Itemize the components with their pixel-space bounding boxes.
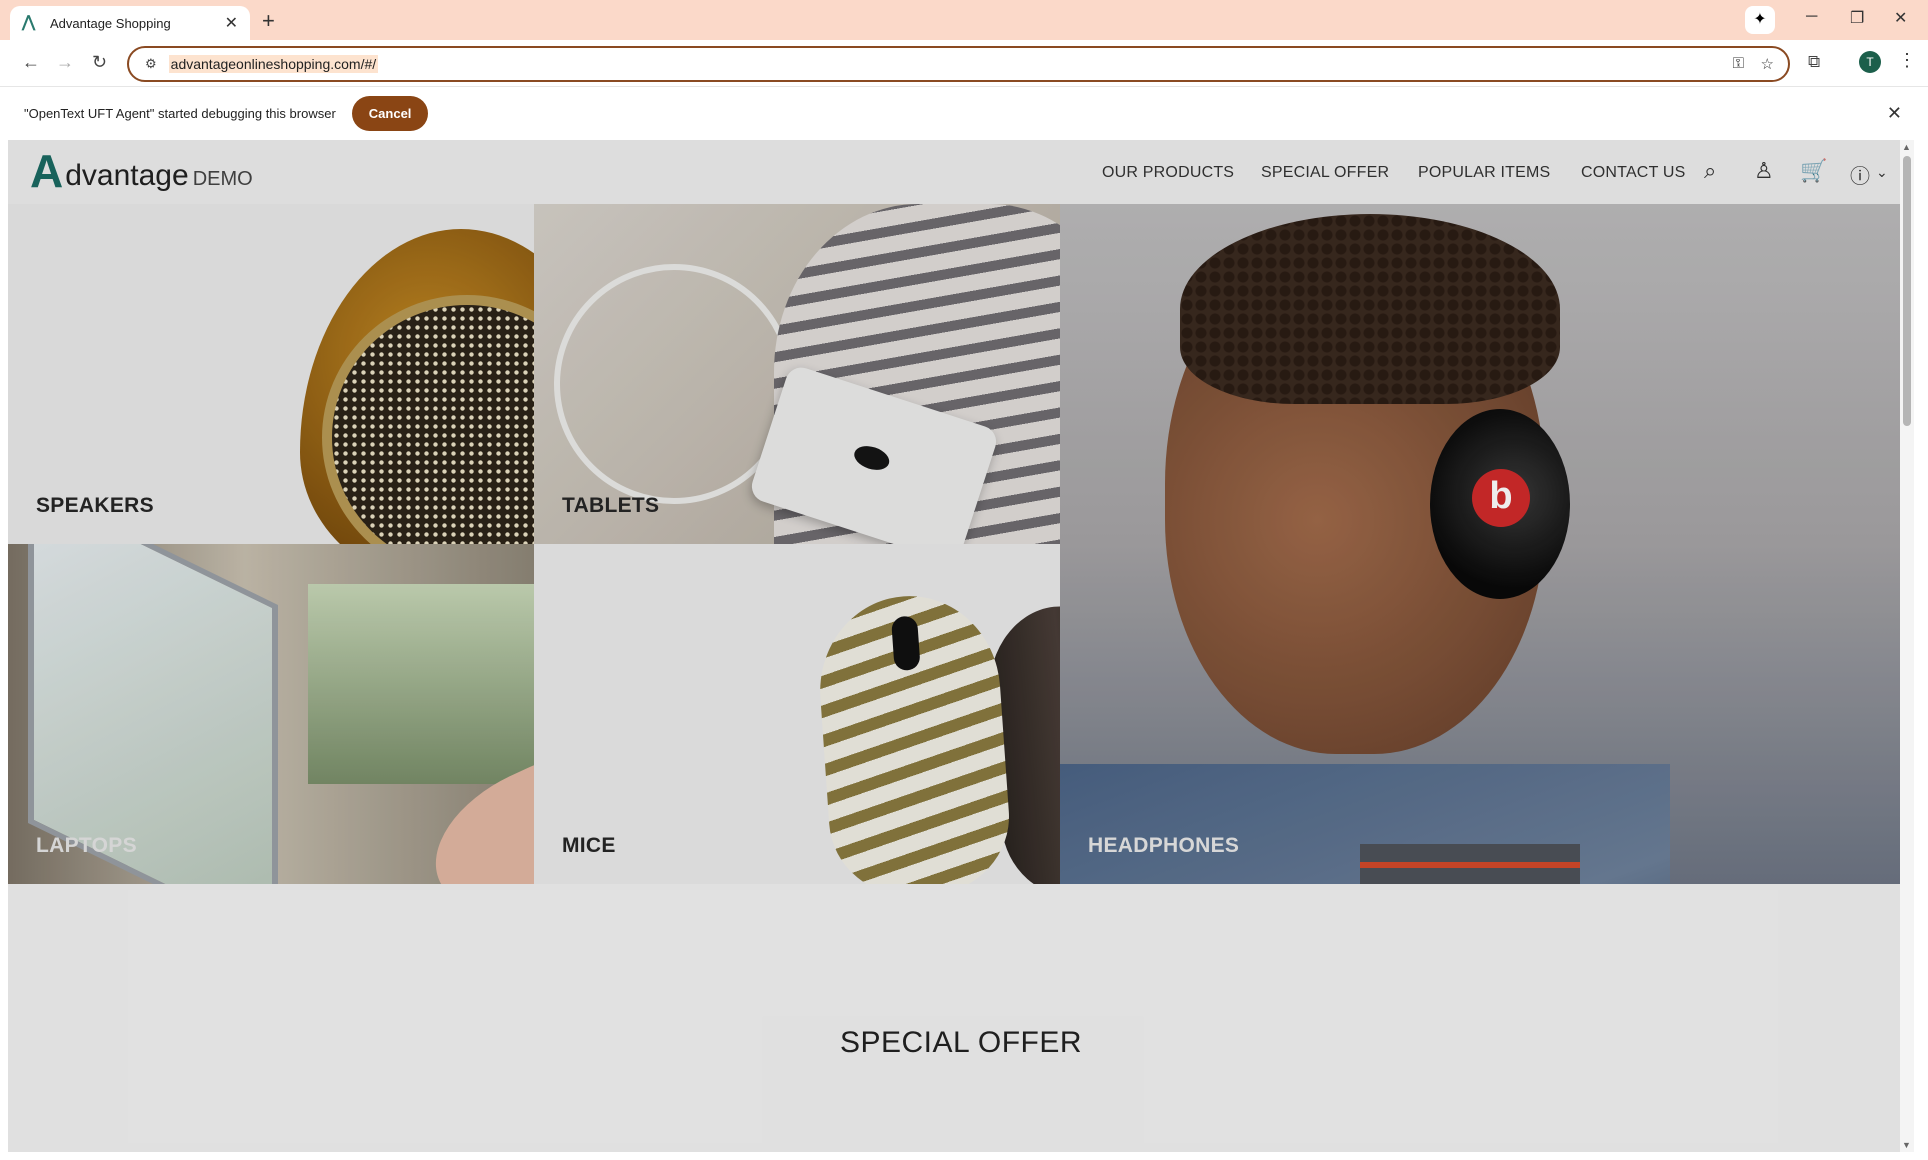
- restore-icon[interactable]: ❐: [1850, 8, 1864, 28]
- headphones-image: [1430, 409, 1570, 599]
- category-label: HEADPHONES: [1088, 834, 1240, 857]
- page-scrollbar[interactable]: ▲ ▼: [1900, 140, 1914, 1152]
- debugging-infobar: "OpenText UFT Agent" started debugging t…: [0, 86, 1928, 140]
- nav-popular-items[interactable]: POPULAR ITEMS: [1418, 164, 1550, 182]
- category-label: SPEAKERS: [36, 494, 154, 517]
- window-close-icon[interactable]: ✕: [1894, 8, 1907, 28]
- infobar-message: "OpenText UFT Agent" started debugging t…: [24, 106, 336, 121]
- url-text[interactable]: advantageonlineshopping.com/#/: [168, 55, 379, 73]
- profile-avatar[interactable]: T: [1859, 51, 1881, 73]
- search-icon[interactable]: ⌕: [1704, 158, 1716, 184]
- back-icon[interactable]: ←: [22, 52, 40, 73]
- category-speakers[interactable]: SPEAKERS: [8, 204, 534, 544]
- category-label: LAPTOPS: [36, 834, 137, 857]
- cart-icon[interactable]: 🛒: [1800, 158, 1827, 184]
- reload-icon[interactable]: ↻: [92, 52, 107, 73]
- site-header: A dvantage DEMO OUR PRODUCTS SPECIAL OFF…: [8, 140, 1914, 204]
- forward-icon[interactable]: →: [56, 52, 74, 73]
- help-icon[interactable]: ⓘ: [1850, 160, 1870, 189]
- logo-demo: DEMO: [192, 168, 253, 190]
- address-bar[interactable]: ⚙ advantageonlineshopping.com/#/ ⚿ ☆: [127, 46, 1790, 82]
- password-key-icon[interactable]: ⚿: [1733, 55, 1744, 72]
- new-tab-icon[interactable]: +: [262, 8, 275, 34]
- laptop-screen-image: [28, 544, 278, 884]
- scrollbar-thumb[interactable]: [1903, 156, 1911, 426]
- category-label: MICE: [562, 834, 616, 857]
- mouse-zebra-image: [813, 590, 1015, 884]
- nav-contact-us[interactable]: CONTACT US: [1581, 164, 1686, 182]
- window-image: [308, 584, 534, 784]
- user-icon[interactable]: ♙: [1754, 158, 1774, 184]
- site-info-icon[interactable]: ⚙: [145, 56, 157, 72]
- chevron-down-icon[interactable]: ⌄: [1876, 164, 1888, 181]
- gemini-icon[interactable]: ✦: [1745, 6, 1775, 34]
- logo-word: dvantage: [65, 159, 189, 192]
- nav-special-offer[interactable]: SPECIAL OFFER: [1261, 164, 1389, 182]
- scroll-up-icon[interactable]: ▲: [1902, 142, 1911, 152]
- infobar-close-icon[interactable]: ✕: [1887, 103, 1902, 124]
- browser-menu-icon[interactable]: ⋮: [1898, 50, 1916, 71]
- browser-toolbar: ← → ↻ ⚙ advantageonlineshopping.com/#/ ⚿…: [0, 40, 1928, 86]
- browser-tab-bar: ⋀ Advantage Shopping ✕ + ✦ ─ ❐ ✕: [0, 0, 1928, 40]
- scroll-down-icon[interactable]: ▼: [1902, 1140, 1911, 1150]
- tab-title: Advantage Shopping: [50, 15, 171, 31]
- nav-our-products[interactable]: OUR PRODUCTS: [1102, 164, 1234, 182]
- tab-close-icon[interactable]: ✕: [225, 13, 238, 33]
- category-tablets[interactable]: TABLETS: [534, 204, 1060, 544]
- section-title: SPECIAL OFFER: [839, 1026, 1083, 1059]
- bookmark-star-icon[interactable]: ☆: [1761, 55, 1774, 73]
- shirt-image: [1360, 844, 1580, 884]
- category-mice[interactable]: MICE: [534, 544, 1060, 884]
- category-label: TABLETS: [562, 494, 660, 517]
- person-hair-image: [1180, 214, 1560, 404]
- category-laptops[interactable]: LAPTOPS: [8, 544, 534, 884]
- speaker-image: [300, 229, 534, 544]
- extensions-icon[interactable]: ⧉: [1808, 52, 1820, 72]
- category-headphones[interactable]: HEADPHONES: [1060, 204, 1900, 884]
- browser-tab[interactable]: ⋀ Advantage Shopping ✕: [10, 6, 250, 40]
- cancel-button[interactable]: Cancel: [351, 96, 429, 131]
- minimize-icon[interactable]: ─: [1806, 8, 1817, 26]
- site-logo[interactable]: A dvantage DEMO: [30, 148, 253, 194]
- logo-mark: A: [30, 145, 64, 197]
- site-favicon-icon: ⋀: [22, 14, 36, 31]
- page-viewport: A dvantage DEMO OUR PRODUCTS SPECIAL OFF…: [8, 140, 1914, 1152]
